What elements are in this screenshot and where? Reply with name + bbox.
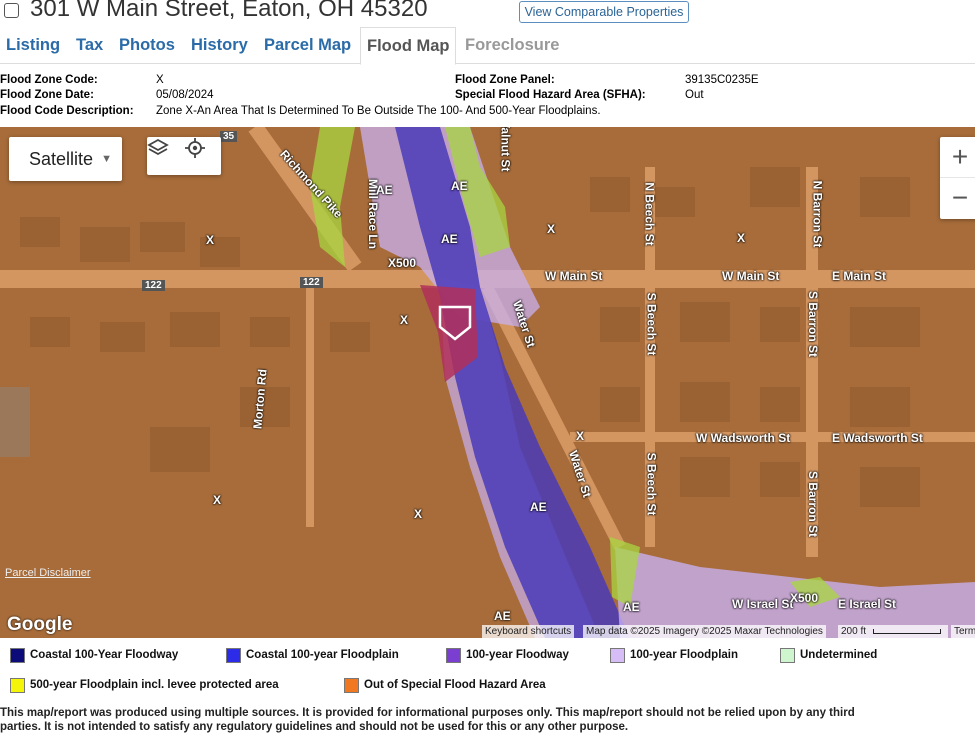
label-e-israel: E Israel St (838, 597, 897, 611)
label-x-a: X (206, 233, 215, 247)
scale-bar (872, 628, 941, 634)
code-desc-label: Flood Code Description: (0, 105, 134, 117)
parcel-disclaimer-link[interactable]: Parcel Disclaimer (5, 567, 91, 579)
zone-date-value: 05/08/2024 (156, 89, 214, 101)
label-x500-b: X500 (790, 591, 819, 605)
panel-label: Flood Zone Panel: (455, 74, 555, 86)
map-type-label: Satellite (29, 149, 94, 169)
sfha-value: Out (685, 89, 704, 101)
legend-label: Out of Special Flood Hazard Area (364, 679, 546, 691)
google-logo: Google (7, 614, 73, 635)
map-legend: Coastal 100-Year Floodway Coastal 100-ye… (0, 640, 975, 700)
label-route-35: 35 (220, 131, 238, 142)
tab-foreclosure[interactable]: Foreclosure (465, 27, 559, 64)
label-walnut: Walnut St (498, 127, 513, 172)
code-desc-value: Zone X-An Area That Is Determined To Be … (156, 105, 601, 117)
label-s-barron-1: S Barron St (806, 290, 821, 358)
keyboard-shortcuts-link[interactable]: Keyboard shortcuts (482, 625, 575, 638)
label-x-e: X (576, 429, 585, 443)
report-disclaimer: This map/report was produced using multi… (0, 706, 975, 734)
view-comparable-button[interactable]: View Comparable Properties (519, 1, 689, 23)
label-w-main-2: W Main St (722, 269, 780, 283)
legend-swatch (780, 648, 795, 663)
zone-date-label: Flood Zone Date: (0, 89, 94, 101)
map-tools (147, 137, 221, 175)
legend-swatch (446, 648, 461, 663)
legend-label: Undetermined (800, 649, 878, 661)
tab-parcel-map[interactable]: Parcel Map (264, 27, 351, 64)
label-ae-f: AE (623, 600, 640, 614)
label-w-main-1: W Main St (545, 269, 603, 283)
label-e-wadsworth: E Wadsworth St (832, 431, 923, 445)
tab-listing[interactable]: Listing (6, 27, 60, 64)
label-s-beech-1: S Beech St (644, 292, 659, 356)
panel-value: 39135C0235E (685, 74, 759, 86)
sfha-label: Special Flood Hazard Area (SFHA): (455, 89, 646, 101)
label-n-beech: N Beech St (642, 182, 657, 246)
layers-button[interactable] (147, 137, 184, 175)
map-data-attribution: Map data ©2025 Imagery ©2025 Maxar Techn… (583, 625, 826, 638)
label-ae-c: AE (441, 232, 458, 246)
property-address: 301 W Main Street, Eaton, OH 45320 (30, 0, 428, 22)
tab-history[interactable]: History (191, 27, 248, 64)
disclaimer-line-2: parties. It is not intended to satisfy a… (0, 721, 629, 733)
label-s-beech-2: S Beech St (644, 452, 659, 516)
map-type-dropdown[interactable]: Satellite ▼ (9, 137, 122, 181)
zoom-out-button[interactable]: − (940, 178, 975, 219)
map-canvas (0, 127, 975, 638)
map-scale: 200 ft (838, 625, 948, 638)
layers-icon (147, 138, 169, 156)
label-x500-a: X500 (388, 256, 417, 270)
flood-info: Flood Zone Code: X Flood Zone Date: 05/0… (0, 73, 975, 121)
tab-flood-map[interactable]: Flood Map (360, 27, 457, 65)
label-ae-e: AE (494, 609, 511, 623)
legend-swatch (10, 678, 25, 693)
legend-swatch (344, 678, 359, 693)
label-x-d: X (400, 313, 409, 327)
page-header: 301 W Main Street, Eaton, OH 45320 View … (0, 0, 975, 26)
label-x-b: X (547, 222, 556, 236)
label-w-israel: W Israel St (732, 597, 794, 611)
legend-swatch (610, 648, 625, 663)
disclaimer-line-1: This map/report was produced using multi… (0, 707, 855, 719)
tab-tax[interactable]: Tax (76, 27, 103, 64)
tab-photos[interactable]: Photos (119, 27, 175, 64)
label-s-barron-2: S Barron St (806, 470, 821, 538)
flood-map[interactable]: Richmond Pike Mill Race Ln Walnut St N B… (0, 127, 975, 638)
label-w-wadsworth: W Wadsworth St (696, 431, 791, 445)
label-ae-b: AE (451, 179, 468, 193)
select-checkbox[interactable] (4, 3, 19, 18)
scale-label: 200 ft (841, 626, 867, 637)
legend-label: Coastal 100-year Floodplain (246, 649, 399, 661)
legend-label: 100-year Floodplain (630, 649, 739, 661)
label-e-main: E Main St (832, 269, 887, 283)
zone-code-value: X (156, 74, 164, 86)
locate-button[interactable] (184, 137, 221, 175)
label-ae-d: AE (530, 500, 547, 514)
zoom-in-button[interactable]: + (940, 137, 975, 178)
chevron-down-icon: ▼ (101, 153, 112, 165)
legend-label: Coastal 100-Year Floodway (30, 649, 179, 661)
terms-link[interactable]: Terms (951, 625, 975, 638)
label-x-g: X (414, 507, 423, 521)
locate-icon (185, 138, 205, 158)
label-ae-a: AE (376, 183, 393, 197)
label-route-122-b: 122 (300, 277, 323, 288)
label-x-c: X (737, 231, 746, 245)
label-n-barron: N Barron St (810, 180, 825, 248)
zoom-controls: + − (940, 137, 975, 219)
tab-bar: Listing Tax Photos History Parcel Map Fl… (0, 27, 975, 65)
legend-swatch (10, 648, 25, 663)
legend-label: 500-year Floodplain incl. levee protecte… (30, 679, 279, 691)
legend-label: 100-year Floodway (466, 649, 569, 661)
label-x-f: X (213, 493, 222, 507)
legend-swatch (226, 648, 241, 663)
label-route-122: 122 (142, 280, 165, 291)
zone-code-label: Flood Zone Code: (0, 74, 98, 86)
